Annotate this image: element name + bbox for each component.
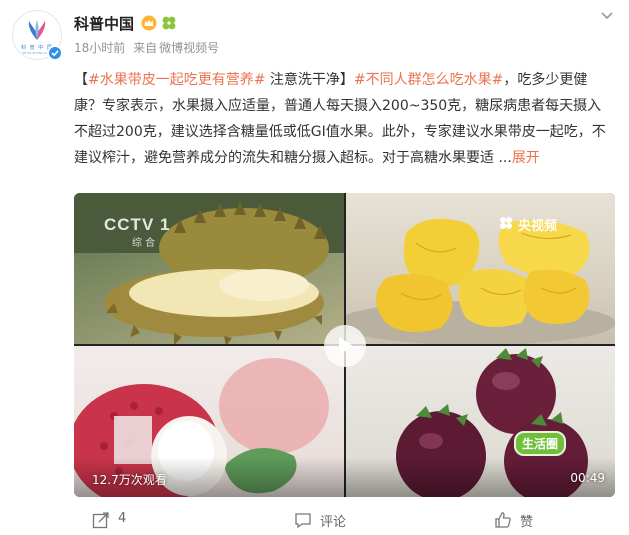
like-label: 赞 xyxy=(520,515,534,530)
title-tail: 注意洗干净】 xyxy=(265,72,354,88)
post-text: 【#水果带皮一起吃更有营养# 注意洗干净】#不同人群怎么吃水果#，吃多少更健康？… xyxy=(74,67,614,171)
source-prefix: 来自 xyxy=(133,41,158,55)
jackfruit-image xyxy=(346,218,615,344)
weibo-post: 科 普 中 国 KE PU ZHONG GUO 科普中国 18小时前 来自 微博视… xyxy=(0,0,629,535)
video-frame-jackfruit: 央视频 xyxy=(346,193,615,344)
bracket-open: 【 xyxy=(74,72,88,88)
post-time[interactable]: 18小时前 xyxy=(74,41,125,55)
yangshipin-logo-icon xyxy=(500,217,512,229)
action-bar: 4 评论 赞 xyxy=(0,503,629,535)
topic-link-2[interactable]: #不同人群怎么吃水果# xyxy=(354,72,503,88)
expand-link[interactable]: 展开 xyxy=(512,150,540,166)
author-name[interactable]: 科普中国 xyxy=(74,13,134,34)
post-source[interactable]: 微博视频号 xyxy=(159,41,219,55)
fan-badge-icon[interactable] xyxy=(161,15,177,31)
video-duration: 00:49 xyxy=(570,471,605,485)
comment-icon xyxy=(295,513,311,529)
comment-label: 评论 xyxy=(320,515,347,530)
view-count: 12.7万次观看 xyxy=(92,473,167,487)
share-count: 4 xyxy=(118,511,127,526)
play-icon xyxy=(339,337,353,355)
video-player[interactable]: CCTV 1 综 合 央视频 生活圈 12.7万次观看 00:49 xyxy=(74,193,615,497)
logo-wing-icon xyxy=(28,20,46,40)
yangshipin-watermark: 央视频 xyxy=(518,219,558,234)
member-crown-icon[interactable] xyxy=(141,15,157,31)
chevron-down-icon[interactable] xyxy=(598,9,616,23)
cctv-logo: CCTV 1 xyxy=(104,215,171,234)
verified-badge-icon xyxy=(47,45,63,61)
post-meta: 18小时前 来自 微博视频号 xyxy=(74,39,223,56)
topic-link-1[interactable]: #水果带皮一起吃更有营养# xyxy=(88,72,265,88)
cctv-channel-label: 综 合 xyxy=(132,238,156,249)
life-circle-badge: 生活圈 xyxy=(514,431,567,456)
video-frame-durian: CCTV 1 综 合 xyxy=(74,193,344,344)
share-icon xyxy=(92,512,109,529)
thumbs-up-icon xyxy=(495,512,511,528)
play-button[interactable] xyxy=(324,325,366,367)
